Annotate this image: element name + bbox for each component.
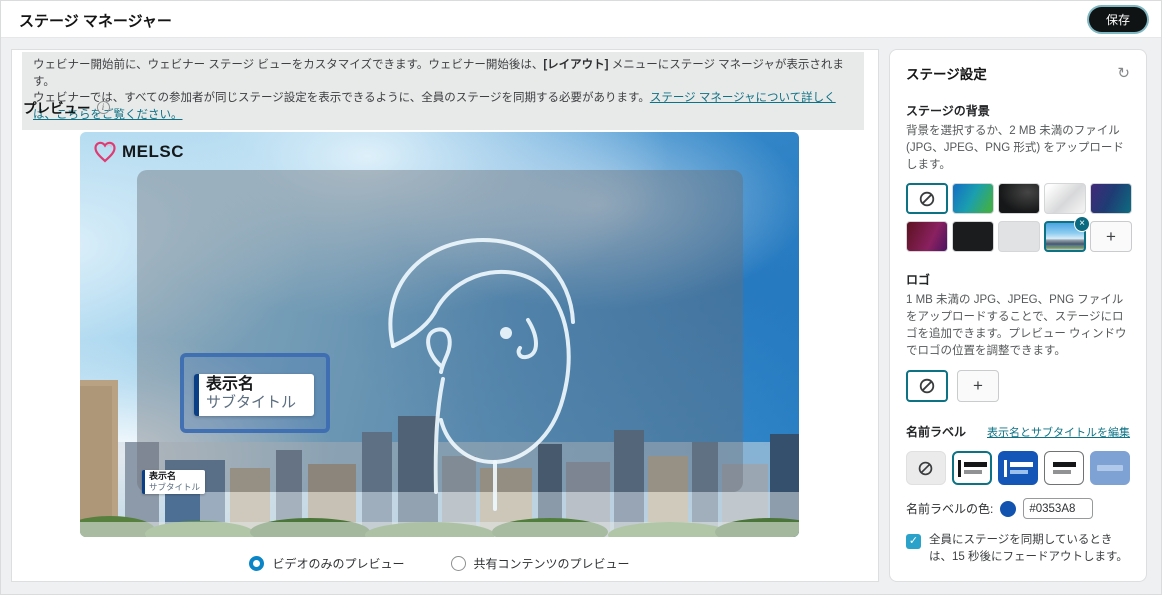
none-icon <box>919 461 933 475</box>
label-style-none-option[interactable] <box>906 451 946 486</box>
background-thumbnail-grid: × + <box>906 183 1132 253</box>
video-area-overlay <box>137 170 743 492</box>
edit-display-name-link[interactable]: 表示名とサブタイトルを編集 <box>987 424 1130 440</box>
background-section-description: 背景を選択するか、2 MB 未満のファイル (JPG、JPEG、PNG 形式) … <box>906 125 1124 172</box>
background-section-title: ステージの背景 <box>906 104 990 118</box>
refresh-icon[interactable]: ↻ <box>1117 66 1130 81</box>
label-style-dark-blue-option[interactable] <box>998 451 1039 486</box>
add-background-button[interactable]: + <box>1090 221 1132 253</box>
subtitle-text: サブタイトル <box>206 394 297 412</box>
logo-section-title: ロゴ <box>906 273 931 288</box>
label-style-light-selected[interactable] <box>951 451 993 486</box>
sync-fadeout-setting: ✓ 全員にステージを同期しているときは、15 秒後にフェードアウトします。 <box>906 532 1130 567</box>
hex-color-input[interactable] <box>1023 498 1094 520</box>
stage-preview[interactable]: MELSC 表示名 サブタイトル 表示名 サブタイトル <box>80 132 799 537</box>
bg-city-option-selected[interactable]: × <box>1044 216 1090 253</box>
preview-mode-radios: ビデオのみのプレビュー 共有コンテンツのプレビュー <box>80 555 799 572</box>
add-logo-button[interactable]: + <box>957 370 999 403</box>
preview-header: プレビュー i <box>23 97 110 117</box>
label-style-translucent-option[interactable] <box>1090 451 1130 486</box>
none-icon <box>919 191 935 206</box>
mini-name-label: 表示名 サブタイトル <box>142 470 206 494</box>
mini-display-name-text: 表示名 <box>149 471 177 481</box>
bg-blue-green-option[interactable] <box>952 183 994 215</box>
preview-panel: ウェビナー開始前に、ウェビナー ステージ ビューをカスタマイズできます。ウェビナ… <box>11 49 879 582</box>
radio-video-only-label: ビデオのみのプレビュー <box>272 557 405 571</box>
radio-shared-content-preview[interactable]: 共有コンテンツのプレビュー <box>450 555 630 572</box>
name-label-color-row: 名前ラベルの色: <box>906 498 1130 520</box>
preview-title: プレビュー <box>23 101 91 116</box>
label-style-outline-option[interactable] <box>1044 451 1085 486</box>
stage-settings-header: ステージ設定 ↻ <box>906 63 1130 83</box>
bg-gray-option[interactable] <box>998 221 1040 253</box>
logo-none-option[interactable] <box>906 370 948 403</box>
stage-settings-panel: ステージ設定 ↻ ステージの背景 背景を選択するか、2 MB 未満のファイル (… <box>889 49 1147 582</box>
radio-selected-icon[interactable] <box>249 556 265 571</box>
bg-red-purple-option[interactable] <box>906 221 948 253</box>
bg-purple-teal-option[interactable] <box>1090 183 1132 215</box>
banner-layout-keyword: [レイアウト] <box>543 59 609 71</box>
top-bar: ステージ マネージャー 保存 <box>1 1 1161 38</box>
sync-fadeout-checkbox-checked[interactable]: ✓ <box>906 534 921 550</box>
page-title: ステージ マネージャー <box>19 13 172 30</box>
melsc-brand-logo: MELSC <box>93 140 184 164</box>
sync-fadeout-note: 全員にステージを同期しているときは、15 秒後にフェードアウトします。 <box>929 534 1128 564</box>
bg-none-option[interactable] <box>906 183 948 215</box>
logo-section-description: 1 MB 未満の JPG、JPEG、PNG ファイルをアップロードすることで、ス… <box>906 294 1127 358</box>
name-label-drag-handle[interactable]: 表示名 サブタイトル <box>180 353 330 433</box>
bg-black-option[interactable] <box>952 221 994 253</box>
info-icon[interactable]: i <box>96 100 110 114</box>
brand-name: MELSC <box>122 142 184 161</box>
logo-options: + <box>906 370 1130 403</box>
name-label-card: 表示名 サブタイトル <box>194 374 314 416</box>
radio-unselected-icon[interactable] <box>450 556 466 571</box>
name-label-section-title: 名前ラベル <box>906 425 967 440</box>
stage-settings-title: ステージ設定 <box>906 67 987 82</box>
name-label-header: 名前ラベル 表示名とサブタイトルを編集 <box>906 423 1130 440</box>
display-name-text: 表示名 <box>206 376 255 393</box>
none-icon <box>919 378 935 394</box>
melsc-heart-icon <box>94 141 116 163</box>
info-banner: ウェビナー開始前に、ウェビナー ステージ ビューをカスタマイズできます。ウェビナ… <box>22 52 864 130</box>
radio-shared-content-label: 共有コンテンツのプレビュー <box>473 557 630 571</box>
bg-light-wave-option[interactable] <box>1044 183 1086 215</box>
bg-dark-wave-option[interactable] <box>998 183 1040 215</box>
remove-background-icon[interactable]: × <box>1074 216 1090 233</box>
stage-manager-page: ステージ マネージャー 保存 ウェビナー開始前に、ウェビナー ステージ ビューを… <box>0 0 1162 595</box>
mini-subtitle-text: サブタイトル <box>149 481 201 492</box>
color-swatch[interactable] <box>1000 500 1017 517</box>
banner-line1-text: ウェビナー開始前に、ウェビナー ステージ ビューをカスタマイズできます。ウェビナ… <box>33 59 544 71</box>
banner-line2-text: ウェビナーでは、すべての参加者が同じステージ設定を表示できるように、全員のステー… <box>33 92 650 105</box>
save-button[interactable]: 保存 <box>1088 7 1147 32</box>
name-label-color-label: 名前ラベルの色: <box>906 502 994 517</box>
name-label-style-options <box>906 451 1130 486</box>
radio-video-only-preview[interactable]: ビデオのみのプレビュー <box>249 555 405 572</box>
